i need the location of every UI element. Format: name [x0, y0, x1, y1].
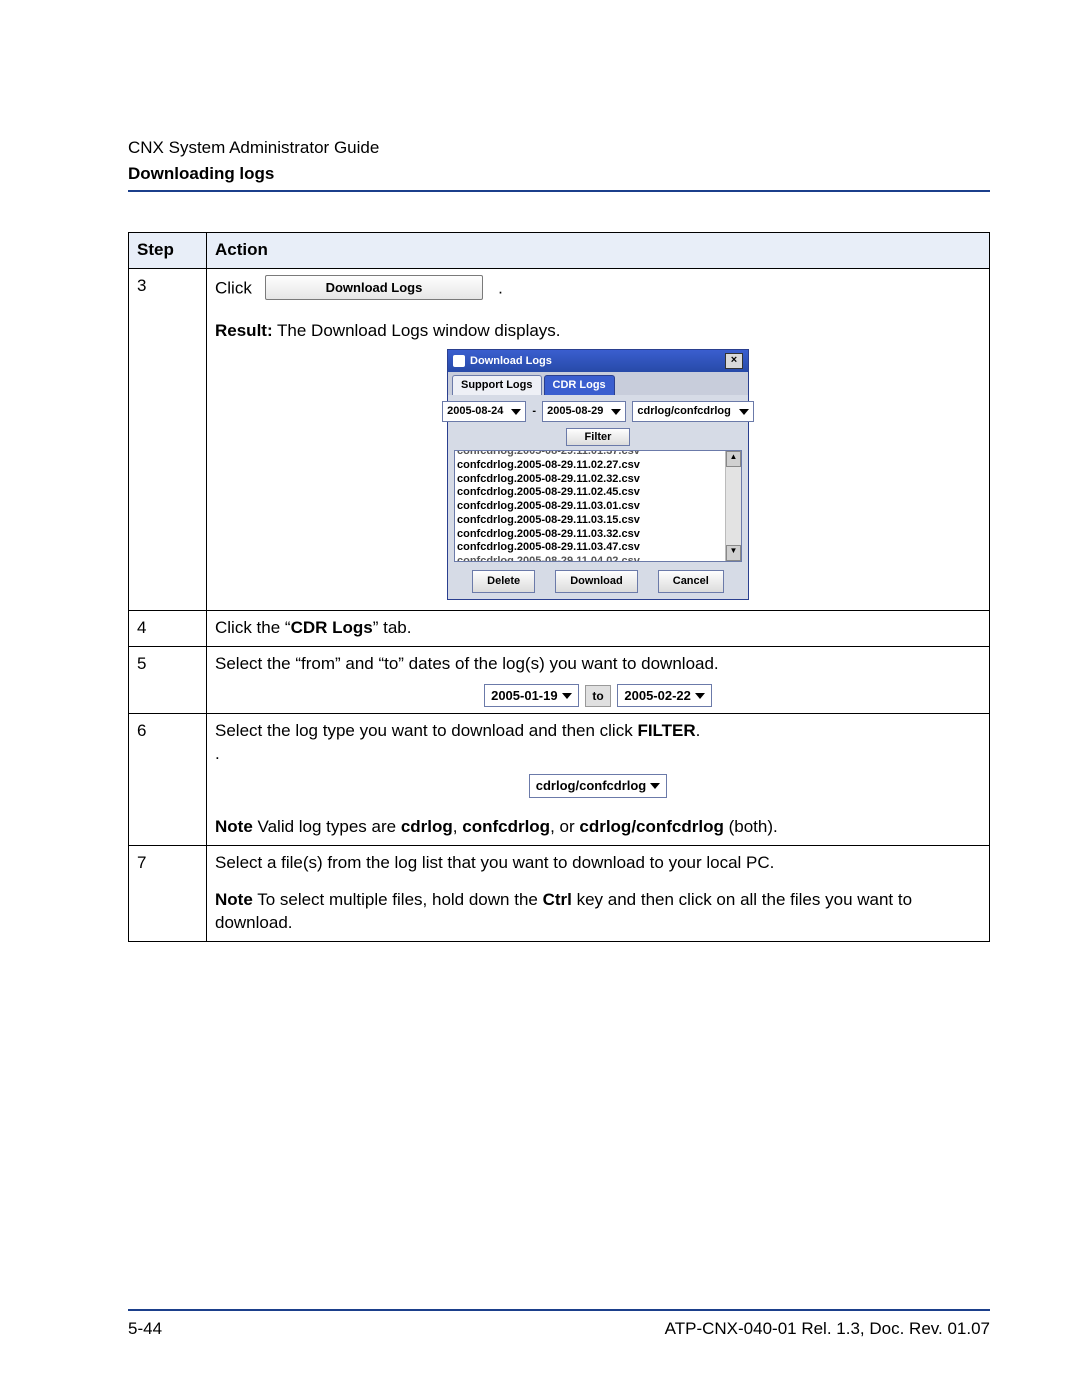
cancel-button[interactable]: Cancel: [658, 570, 724, 593]
tab-cdr-logs[interactable]: CDR Logs: [544, 375, 615, 395]
window-icon: [453, 355, 465, 367]
scrollbar[interactable]: ▲ ▼: [725, 451, 741, 561]
download-button[interactable]: Download: [555, 570, 638, 593]
logtype-dropdown[interactable]: cdrlog/confcdrlog: [632, 401, 754, 422]
date-dash: -: [532, 404, 536, 419]
logtype-dropdown[interactable]: cdrlog/confcdrlog: [529, 774, 668, 798]
click-text: Click: [215, 278, 252, 297]
step-action: Click the “CDR Logs” tab.: [207, 610, 990, 646]
chevron-down-icon: [650, 783, 660, 789]
col-step: Step: [129, 233, 207, 269]
list-item[interactable]: confcdrlog.2005-08-29.11.03.47.csv: [457, 541, 739, 555]
scroll-down-button[interactable]: ▼: [726, 545, 741, 561]
chevron-down-icon: [611, 409, 621, 415]
from-date-dropdown[interactable]: 2005-01-19: [484, 684, 579, 708]
chevron-down-icon: [511, 409, 521, 415]
download-logs-window: Download Logs × Support Logs CDR Logs 20…: [447, 349, 749, 600]
step-action: Select the “from” and “to” dates of the …: [207, 646, 990, 713]
guide-title: CNX System Administrator Guide: [128, 138, 990, 158]
note-label: Note: [215, 817, 253, 836]
step-action: Select the log type you want to download…: [207, 714, 990, 845]
step-num: 7: [129, 845, 207, 941]
delete-button[interactable]: Delete: [472, 570, 535, 593]
scroll-up-button[interactable]: ▲: [726, 451, 741, 467]
result-label: Result:: [215, 321, 273, 340]
step-num: 5: [129, 646, 207, 713]
window-titlebar: Download Logs ×: [448, 350, 748, 372]
chevron-down-icon: [695, 693, 705, 699]
list-item[interactable]: confcdrlog.2005-08-29.11.03.15.csv: [457, 514, 739, 528]
download-logs-button[interactable]: Download Logs: [265, 275, 484, 301]
filter-button[interactable]: Filter: [566, 428, 631, 446]
page-number: 5-44: [128, 1319, 162, 1339]
list-item[interactable]: confcdrlog.2005-08-29.11.02.32.csv: [457, 473, 739, 487]
list-item[interactable]: confcdrlog.2005-08-29.11.03.01.csv: [457, 500, 739, 514]
header-rule: [128, 190, 990, 192]
col-action: Action: [207, 233, 990, 269]
list-item[interactable]: confcdrlog.2005-08-29.11.01.37.csv: [457, 450, 739, 459]
period: .: [498, 278, 503, 297]
to-label: to: [585, 685, 610, 707]
doc-id: ATP-CNX-040-01 Rel. 1.3, Doc. Rev. 01.07: [665, 1319, 990, 1339]
result-text: The Download Logs window displays.: [273, 321, 561, 340]
list-item[interactable]: confcdrlog.2005-08-29.11.03.32.csv: [457, 528, 739, 542]
section-title: Downloading logs: [128, 164, 990, 184]
step-num: 4: [129, 610, 207, 646]
tab-support-logs[interactable]: Support Logs: [452, 375, 542, 395]
close-button[interactable]: ×: [725, 353, 743, 369]
list-item[interactable]: confcdrlog.2005-08-29.11.02.27.csv: [457, 459, 739, 473]
from-date-dropdown[interactable]: 2005-08-24: [442, 401, 526, 422]
steps-table: Step Action 3 Click Download Logs . Resu…: [128, 232, 990, 942]
window-title: Download Logs: [470, 355, 552, 367]
to-date-dropdown[interactable]: 2005-08-29: [542, 401, 626, 422]
window-tabs: Support Logs CDR Logs: [448, 372, 748, 395]
step-action: Select a file(s) from the log list that …: [207, 845, 990, 941]
chevron-down-icon: [739, 409, 749, 415]
step-num: 6: [129, 714, 207, 845]
note-label: Note: [215, 890, 253, 909]
list-item[interactable]: confcdrlog.2005-08-29.11.02.45.csv: [457, 486, 739, 500]
list-item[interactable]: confcdrlog.2005-08-29.11.04.02.csv: [457, 555, 739, 562]
to-date-dropdown[interactable]: 2005-02-22: [617, 684, 712, 708]
page-footer: 5-44 ATP-CNX-040-01 Rel. 1.3, Doc. Rev. …: [128, 1309, 990, 1339]
chevron-down-icon: [562, 693, 572, 699]
footer-rule: [128, 1309, 990, 1311]
log-file-list[interactable]: confcdrlog.2005-08-29.11.01.37.csv confc…: [454, 450, 742, 562]
step-action: Click Download Logs . Result: The Downlo…: [207, 268, 990, 610]
step-num: 3: [129, 268, 207, 610]
